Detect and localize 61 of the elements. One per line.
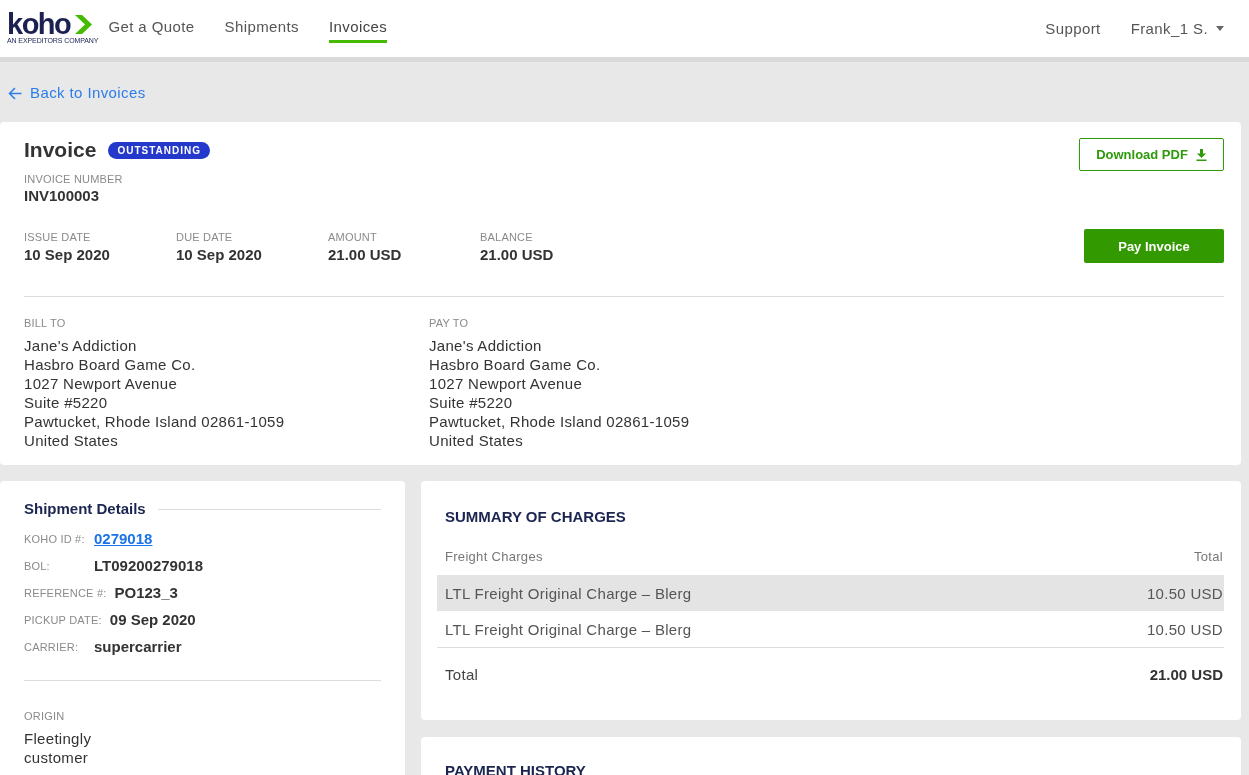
section-title: SUMMARY OF CHARGES <box>444 507 627 527</box>
field-label: AMOUNT <box>328 230 378 244</box>
total-label: Total <box>445 666 479 683</box>
field-label: PAY TO <box>429 316 470 330</box>
address-line: Hasbro Board Game Co. <box>24 355 197 374</box>
chevron-icon <box>75 14 93 34</box>
shipment-id-link[interactable]: 0279018 <box>94 530 153 547</box>
address-line: Pawtucket, Rhode Island 02861-1059 <box>429 412 691 431</box>
address-line: United States <box>429 431 524 450</box>
table-cell: 10.50 USD <box>1146 584 1223 602</box>
field-label: BOL: <box>24 559 51 572</box>
field-label: BALANCE <box>480 230 534 244</box>
address-line: United States <box>24 431 119 450</box>
table-cell: LTL Freight Original Charge – Blerg <box>445 620 692 638</box>
status-badge: OUTSTANDING <box>108 141 210 159</box>
field-label: REFERENCE #: <box>24 586 107 599</box>
user-menu[interactable]: Frank_1 S. <box>1130 20 1224 37</box>
logo-wordmark: koho <box>7 12 71 36</box>
address-line: Hasbro Board Game Co. <box>429 355 602 374</box>
field-value: 09 Sep 2020 <box>109 611 196 628</box>
table-cell: LTL Freight Original Charge – Blerg <box>445 584 692 602</box>
field-label: BILL TO <box>24 316 67 330</box>
column-header: Total <box>1194 549 1223 565</box>
download-pdf-button[interactable]: Download PDF <box>1079 138 1224 171</box>
pay-invoice-button[interactable]: Pay Invoice <box>1084 229 1224 263</box>
field-value: 10 Sep 2020 <box>24 245 111 265</box>
address-line: customer <box>24 748 90 767</box>
nav-link[interactable]: Get a Quote <box>108 14 195 43</box>
address-line: Fleetingly <box>24 729 93 748</box>
field-value: 10 Sep 2020 <box>176 245 263 265</box>
field-label: INVOICE NUMBER <box>24 172 124 186</box>
field-value: 21.00 USD <box>480 245 555 265</box>
arrow-left-icon <box>8 86 22 100</box>
section-title: Shipment Details <box>24 499 146 519</box>
field-label: ISSUE DATE <box>24 230 92 244</box>
invoice-number: INV100003 <box>24 186 101 206</box>
table-cell: 10.50 USD <box>1146 620 1223 638</box>
invoice-title: Invoice <box>24 137 97 163</box>
field-label: KOHO ID #: <box>24 532 86 545</box>
address-line: 1027 Newport Avenue <box>24 374 179 393</box>
field-value: PO123_3 <box>114 584 178 601</box>
support-link[interactable]: Support <box>1045 20 1101 37</box>
address-line: Suite #5220 <box>429 393 514 412</box>
caret-down-icon <box>1216 26 1224 31</box>
field-label: CARRIER: <box>24 640 80 653</box>
address-line: 1027 Newport Avenue <box>429 374 584 393</box>
address-line: Pawtucket, Rhode Island 02861-1059 <box>24 412 286 431</box>
address-line: Jane's Addiction <box>429 336 543 355</box>
address-line: Jane's Addiction <box>24 336 138 355</box>
total-amount: 21.00 USD <box>1149 666 1223 683</box>
field-value: LT09200279018 <box>94 557 203 574</box>
download-icon <box>1195 148 1207 161</box>
field-label: PICKUP DATE: <box>24 613 102 626</box>
field-label: DUE DATE <box>176 230 234 244</box>
nav-link[interactable]: Invoices <box>329 14 388 43</box>
field-value: 21.00 USD <box>328 245 403 265</box>
nav-link[interactable]: Shipments <box>224 14 299 43</box>
field-value: supercarrier <box>94 638 182 655</box>
column-header: Freight Charges <box>445 549 543 565</box>
field-label: ORIGIN <box>24 709 66 723</box>
address-line: Suite #5220 <box>24 393 109 412</box>
